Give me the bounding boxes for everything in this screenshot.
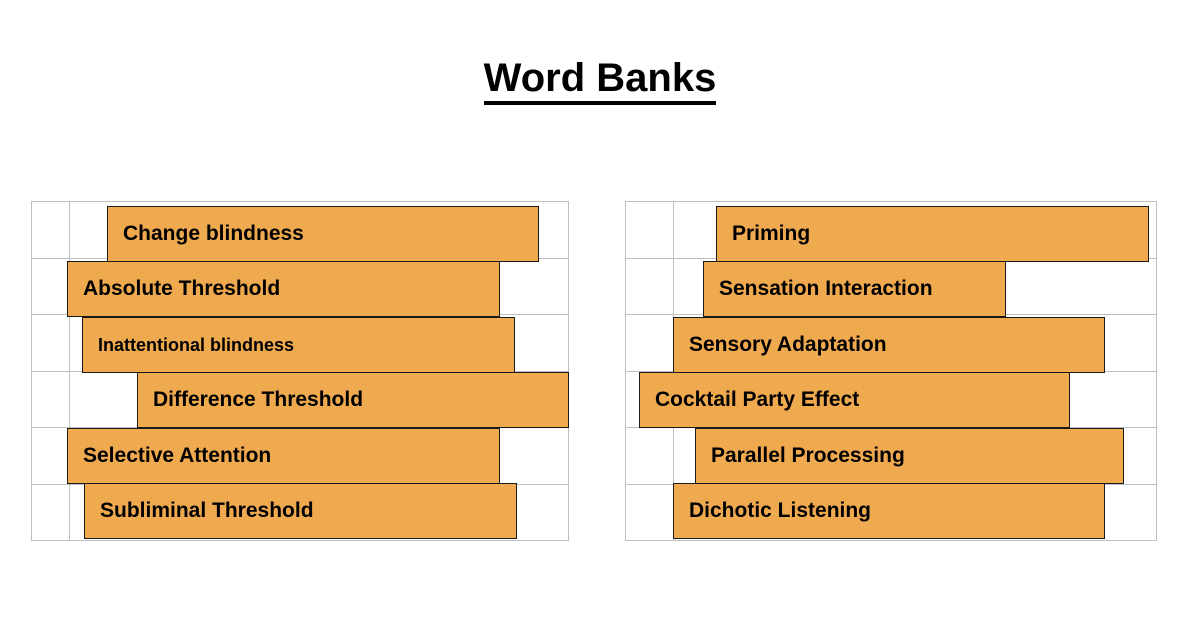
grid-cell[interactable] bbox=[31, 483, 70, 541]
word-chip[interactable]: Priming bbox=[716, 206, 1149, 262]
grid-cell[interactable] bbox=[31, 427, 70, 485]
grid-cell[interactable] bbox=[625, 314, 674, 372]
word-chip[interactable]: Difference Threshold bbox=[137, 372, 569, 428]
word-chip[interactable]: Sensation Interaction bbox=[703, 261, 1006, 317]
grid-cell[interactable] bbox=[31, 201, 70, 259]
word-chip[interactable]: Cocktail Party Effect bbox=[639, 372, 1070, 428]
word-chip[interactable]: Selective Attention bbox=[67, 428, 500, 484]
page-title: Word Banks bbox=[0, 56, 1200, 105]
grid-cell[interactable] bbox=[31, 257, 70, 315]
grid-cell[interactable] bbox=[625, 483, 674, 541]
grid-cell[interactable] bbox=[625, 257, 674, 315]
word-chip[interactable]: Sensory Adaptation bbox=[673, 317, 1105, 373]
word-chip[interactable]: Dichotic Listening bbox=[673, 483, 1105, 539]
grid-cell[interactable] bbox=[31, 370, 70, 428]
word-chip[interactable]: Inattentional blindness bbox=[82, 317, 515, 373]
word-chip[interactable]: Parallel Processing bbox=[695, 428, 1124, 484]
grid-cell[interactable] bbox=[31, 314, 70, 372]
grid-cell[interactable] bbox=[625, 427, 674, 485]
word-chip[interactable]: Change blindness bbox=[107, 206, 539, 262]
word-chip[interactable]: Absolute Threshold bbox=[67, 261, 500, 317]
word-chip[interactable]: Subliminal Threshold bbox=[84, 483, 517, 539]
page-title-text: Word Banks bbox=[483, 57, 717, 105]
grid-cell[interactable] bbox=[625, 201, 674, 259]
